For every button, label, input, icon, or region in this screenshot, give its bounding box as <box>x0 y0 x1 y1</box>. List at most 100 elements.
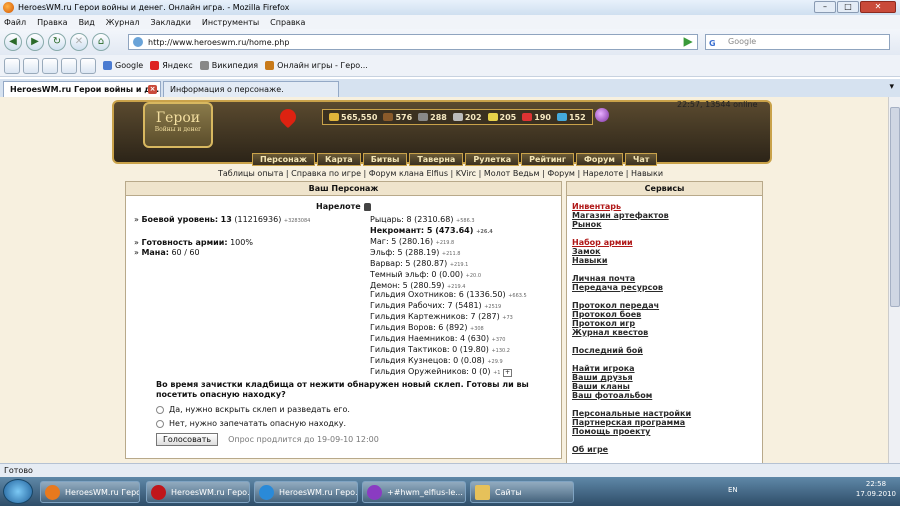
taskbar-opera[interactable]: HeroesWM.ru Геро... <box>146 481 250 503</box>
sulfur-icon <box>487 113 498 121</box>
bookmark-games[interactable]: Онлайн игры - Геро... <box>265 61 368 70</box>
scroll-thumb[interactable] <box>890 107 900 307</box>
menu-character[interactable]: Персонаж <box>252 153 315 166</box>
forward-icon[interactable]: ▶ <box>26 33 44 51</box>
taskbar-chat[interactable]: +#hwm_elfius-le... <box>362 481 466 503</box>
menu-rating[interactable]: Рейтинг <box>521 153 574 166</box>
bookmark-icon <box>150 61 160 70</box>
menu-chat[interactable]: Чат <box>624 153 658 166</box>
time-online: 22:57, 13544 online <box>677 100 758 109</box>
link-market[interactable]: Рынок <box>572 220 757 229</box>
toolbar-icon-1[interactable] <box>4 57 20 74</box>
globe-icon <box>133 37 143 47</box>
guild-row: Гильдия Воров: 6 (892) +308 <box>370 323 484 332</box>
link-transfer-resources[interactable]: Передача ресурсов <box>572 283 757 292</box>
tab-list-icon[interactable]: ▾ <box>889 82 894 92</box>
menu-file[interactable]: Файл <box>4 18 26 27</box>
maximize-button[interactable]: □ <box>837 1 859 13</box>
toolbar-icon-4[interactable] <box>61 57 77 74</box>
menu-edit[interactable]: Правка <box>37 18 67 27</box>
toolbar-icon-2[interactable] <box>23 57 39 74</box>
menu-history[interactable]: Журнал <box>106 18 140 27</box>
toolbar-icon-5[interactable] <box>80 57 96 74</box>
link-quest-journal[interactable]: Журнал квестов <box>572 328 757 337</box>
opera-icon <box>151 484 166 500</box>
character-panel: Ваш Персонаж Нарелоте » Боевой уровень: … <box>125 181 562 459</box>
taskbar-ie[interactable]: HeroesWM.ru Геро... <box>254 481 358 503</box>
bookmark-icon <box>265 61 275 70</box>
tab-strip: HeroesWM.ru Герои войны и де... × Информ… <box>0 79 900 97</box>
url-text: http://www.heroeswm.ru/home.php <box>148 37 290 47</box>
taskbar: HeroesWM.ru Геро... HeroesWM.ru Геро... … <box>0 477 900 506</box>
radio-button[interactable] <box>156 419 164 428</box>
ie-icon <box>259 484 274 500</box>
menu-help[interactable]: Справка <box>270 18 305 27</box>
link-settings[interactable]: Персональные настройки <box>572 409 757 418</box>
title-bar: HeroesWM.ru Герои войны и денег. Онлайн … <box>0 0 900 15</box>
close-tab-icon[interactable]: × <box>148 85 157 94</box>
link-recruit-army[interactable]: Набор армии <box>572 238 757 247</box>
home-icon[interactable]: ⌂ <box>92 33 110 51</box>
radio-button[interactable] <box>156 405 164 414</box>
link-partner-program[interactable]: Партнерская программа <box>572 418 757 427</box>
expand-button[interactable]: + <box>502 369 512 377</box>
taskbar-firefox[interactable]: HeroesWM.ru Геро... <box>40 481 140 503</box>
poll-option-yes[interactable]: Да, нужно вскрыть склеп и разведать его. <box>156 405 536 414</box>
guild-row: Гильдия Картежников: 7 (287) +73 <box>370 312 513 321</box>
link-battle-log[interactable]: Протокол боев <box>572 310 757 319</box>
poll-option-no[interactable]: Нет, нужно запечатать опасную находку. <box>156 419 536 428</box>
poll: Во время зачистки кладбища от нежити обн… <box>156 380 536 446</box>
menu-map[interactable]: Карта <box>316 153 361 166</box>
wood-resource: 576 <box>383 113 412 122</box>
menu-roulette[interactable]: Рулетка <box>465 153 520 166</box>
close-button[interactable]: ✕ <box>860 1 896 13</box>
link-find-player[interactable]: Найти игрока <box>572 364 757 373</box>
tab-character-info[interactable]: Информация о персонаже. <box>163 81 339 97</box>
bookmark-google[interactable]: Google <box>103 61 143 70</box>
link-inventory[interactable]: Инвентарь <box>572 202 757 211</box>
main-stats: » Боевой уровень: 13 (11216936) +3283084… <box>134 215 310 258</box>
link-castle[interactable]: Замок <box>572 247 757 256</box>
minimize-button[interactable]: – <box>814 1 836 13</box>
start-button[interactable] <box>3 479 33 504</box>
link-transfer-log[interactable]: Протокол передач <box>572 301 757 310</box>
link-mail[interactable]: Личная почта <box>572 274 757 283</box>
toolbar-icon-3[interactable] <box>42 57 58 74</box>
stop-icon[interactable]: ✕ <box>70 33 88 51</box>
tab-heroes[interactable]: HeroesWM.ru Герои войны и де... × <box>3 81 161 97</box>
chat-icon <box>367 484 382 500</box>
menu-forum[interactable]: Форум <box>576 153 623 166</box>
menu-battles[interactable]: Битвы <box>362 153 408 166</box>
menu-view[interactable]: Вид <box>79 18 95 27</box>
link-skills[interactable]: Навыки <box>572 256 757 265</box>
reload-icon[interactable]: ↻ <box>48 33 66 51</box>
gems-icon <box>556 113 567 121</box>
menu-bookmarks[interactable]: Закладки <box>150 18 190 27</box>
menu-tavern[interactable]: Таверна <box>409 153 464 166</box>
game-logo[interactable]: Герои Войны и денег <box>143 102 213 148</box>
faction-row: Некромант: 5 (473.64) +26.4 <box>370 226 493 235</box>
link-game-log[interactable]: Протокол игр <box>572 319 757 328</box>
language-indicator[interactable]: EN <box>728 486 738 494</box>
system-tray: EN <box>728 486 738 494</box>
search-input[interactable]: G Google <box>705 34 890 50</box>
link-clans[interactable]: Ваши кланы <box>572 382 757 391</box>
guild-row: Гильдия Рабочих: 7 (5481) +2519 <box>370 301 502 310</box>
menu-tools[interactable]: Инструменты <box>202 18 259 27</box>
back-icon[interactable]: ◀ <box>4 33 22 51</box>
bookmark-yandex[interactable]: Яндекс <box>150 61 193 70</box>
sub-links[interactable]: Таблицы опыта | Справка по игре | Форум … <box>218 169 663 178</box>
taskbar-folder[interactable]: Сайты <box>470 481 574 503</box>
page-scrollbar[interactable] <box>888 97 900 463</box>
link-photo-album[interactable]: Ваш фотоальбом <box>572 391 757 400</box>
bookmark-wikipedia[interactable]: Википедия <box>199 61 258 70</box>
link-about-game[interactable]: Об игре <box>572 445 757 454</box>
vote-button[interactable]: Голосовать <box>156 433 219 446</box>
search-placeholder: Google <box>728 37 757 46</box>
clock[interactable]: 22:58 17.09.2010 <box>856 479 896 499</box>
link-last-battle[interactable]: Последний бой <box>572 346 757 355</box>
link-friends[interactable]: Ваши друзья <box>572 373 757 382</box>
link-artifact-shop[interactable]: Магазин артефактов <box>572 211 757 220</box>
url-input[interactable]: http://www.heroeswm.ru/home.php <box>128 34 698 50</box>
link-help-project[interactable]: Помощь проекту <box>572 427 757 436</box>
